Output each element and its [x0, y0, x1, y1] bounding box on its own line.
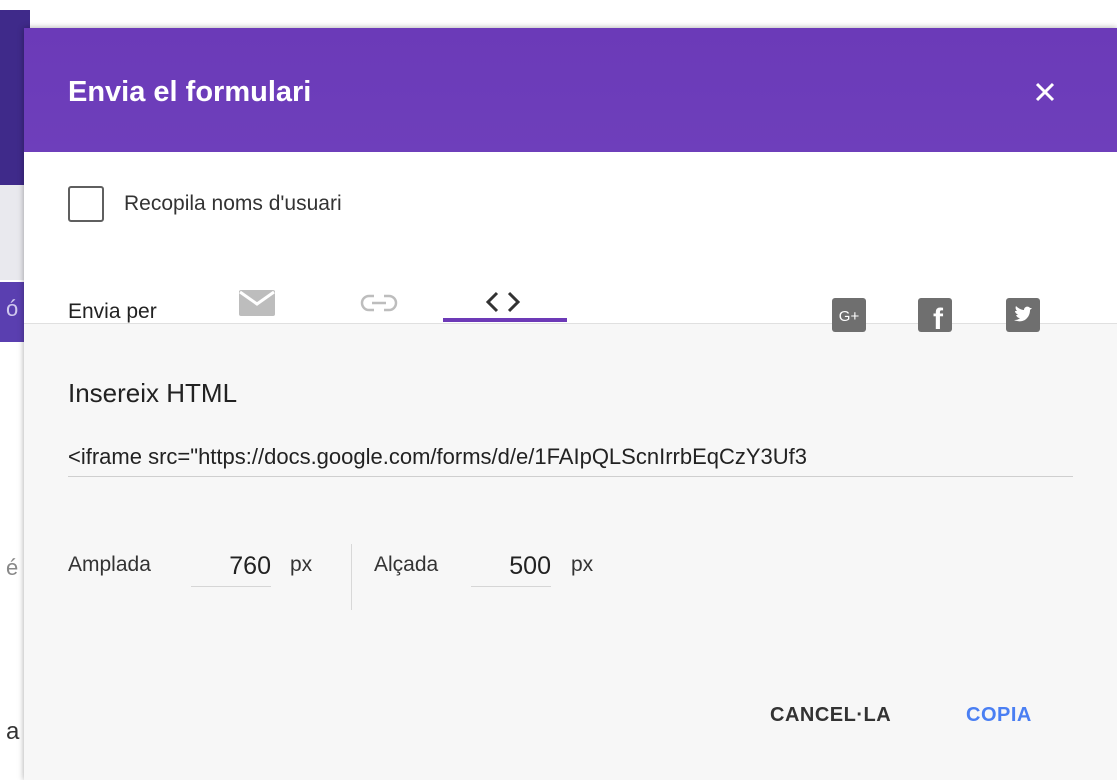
height-field[interactable] — [471, 546, 551, 587]
send-via-label: Envia per — [68, 300, 157, 323]
share-twitter-button[interactable] — [1006, 298, 1040, 332]
collect-usernames-checkbox[interactable] — [68, 186, 104, 222]
tab-embed-html[interactable] — [481, 288, 529, 320]
dimension-divider — [351, 544, 352, 610]
code-icon — [485, 291, 521, 313]
link-icon — [360, 294, 398, 312]
width-label: Amplada — [68, 553, 151, 576]
height-label: Alçada — [374, 553, 439, 576]
cancel-button[interactable]: CANCEL·LA — [770, 704, 891, 727]
email-icon — [239, 290, 275, 316]
dialog-title: Envia el formulari — [68, 76, 312, 108]
active-tab-indicator — [443, 318, 567, 322]
tab-email[interactable] — [237, 288, 281, 322]
dialog-header: Envia el formulari — [24, 28, 1117, 152]
google-plus-icon: G+ — [832, 298, 866, 332]
svg-text:G+: G+ — [839, 308, 860, 325]
tab-link[interactable] — [359, 292, 403, 322]
embed-code-field[interactable] — [68, 438, 1073, 477]
share-google-plus-button[interactable]: G+ — [832, 298, 866, 332]
width-unit: px — [290, 553, 313, 576]
close-icon — [1035, 82, 1055, 102]
send-options: Recopila noms d'usuari Envia per G+ f — [24, 152, 1117, 336]
send-form-dialog: Envia el formulari Recopila noms d'usuar… — [24, 28, 1117, 780]
width-field[interactable] — [191, 546, 271, 587]
background-char: a — [6, 718, 20, 745]
embed-html-title: Insereix HTML — [68, 378, 238, 408]
height-unit: px — [571, 553, 594, 576]
share-facebook-button[interactable]: f — [918, 298, 952, 336]
close-button[interactable] — [1023, 70, 1067, 114]
facebook-icon: f — [918, 298, 952, 336]
twitter-icon — [1006, 298, 1040, 332]
collect-usernames-label: Recopila noms d'usuari — [124, 192, 342, 215]
svg-text:f: f — [933, 303, 944, 332]
copy-button[interactable]: COPIA — [966, 704, 1032, 727]
background-char: ó — [6, 296, 19, 321]
background-char: é — [6, 555, 19, 580]
collect-usernames-row: Recopila noms d'usuari — [68, 186, 342, 222]
